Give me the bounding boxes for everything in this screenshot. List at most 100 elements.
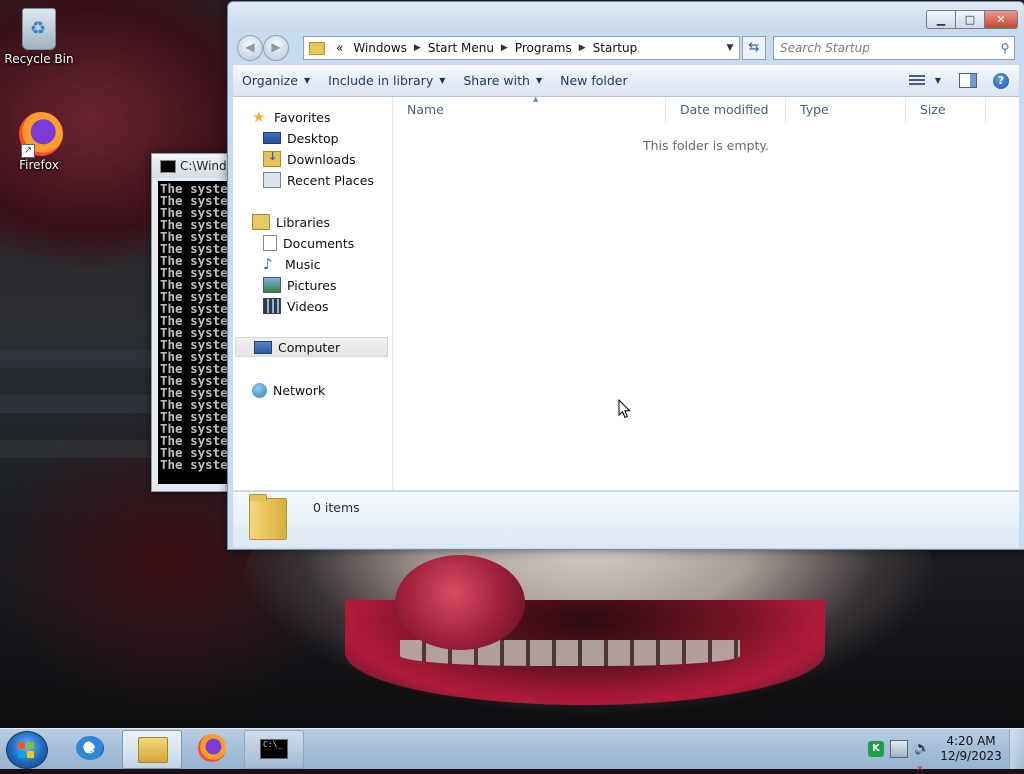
desktop-icon-firefox[interactable]: ↗ Firefox [1,112,77,172]
nav-item-label: Libraries [276,214,330,230]
breadcrumb-separator-icon[interactable]: ▶ [499,43,510,53]
nav-item-label: Downloads [287,151,356,167]
taskbar-button-command-prompt[interactable]: C:\_ [244,730,304,769]
column-header-size[interactable]: Size [906,97,986,123]
preview-pane-icon[interactable] [959,73,977,88]
help-icon[interactable]: ? [993,72,1009,89]
forward-button[interactable]: ▶ [263,35,289,61]
column-header-name[interactable]: Name [393,97,666,123]
libraries-icon [252,214,270,230]
taskbar-button-internet-explorer[interactable] [61,730,119,767]
desktop-icon-recycle-bin[interactable]: Recycle Bin [1,8,77,66]
navigation-pane[interactable]: ★ Favorites Desktop Downloads Recent Pla… [233,97,393,490]
nav-item-label: Desktop [287,130,339,146]
close-button[interactable]: ✕ [984,10,1018,29]
system-tray: K 🔈 4:20 AM 12/9/2023 [865,729,1024,769]
command-prompt-title: C:\Windo [180,159,234,173]
breadcrumb-windows[interactable]: Windows [348,41,412,55]
explorer-titlebar[interactable]: ▁ □ ✕ [228,2,1024,32]
breadcrumb-startup[interactable]: Startup [588,41,643,55]
clock-time: 4:20 AM [946,734,996,748]
maximize-button[interactable]: □ [955,10,984,29]
include-in-library-menu[interactable]: Include in library ▼ [319,73,454,88]
breadcrumb-separator-icon[interactable]: ▶ [577,43,588,53]
search-icon[interactable]: ⚲ [996,41,1014,55]
volume-muted-icon[interactable]: 🔈 [914,741,930,757]
network-icon [252,382,267,398]
search-input[interactable] [774,40,996,56]
address-bar[interactable]: « Windows ▶ Start Menu ▶ Programs ▶ Star… [303,36,740,60]
share-with-menu[interactable]: Share with ▼ [454,73,551,88]
nav-item-label: Documents [283,235,355,251]
computer-icon [254,340,272,354]
explorer-window[interactable]: ▁ □ ✕ ◀ ▶ « Windows ▶ Start Menu ▶ Progr… [227,1,1024,550]
back-button[interactable]: ◀ [237,35,263,61]
command-prompt-icon: C:\_ [260,739,288,759]
view-options-dropdown[interactable]: ▼ [931,76,945,85]
nav-item-network[interactable]: Network [252,380,325,400]
desktop-icon-label: Firefox [19,158,59,172]
nav-item-documents[interactable]: Documents [263,233,354,253]
maximize-icon: □ [964,13,976,26]
music-icon: ♪ [263,255,273,273]
column-header-date-modified[interactable]: Date modified [666,97,786,123]
details-pane: 0 items [233,491,1019,548]
breadcrumb-separator-icon[interactable]: ▶ [412,43,423,53]
navigation-bar: ◀ ▶ « Windows ▶ Start Menu ▶ Programs ▶ … [228,33,1024,63]
search-box[interactable]: ⚲ [773,36,1015,60]
change-view-icon[interactable] [908,74,925,87]
folder-icon [249,494,287,540]
organize-label: Organize [242,73,298,88]
back-arrow-icon: ◀ [245,40,255,54]
nav-item-downloads[interactable]: Downloads [263,149,356,169]
star-icon: ★ [252,108,266,126]
nav-item-pictures[interactable]: Pictures [263,275,337,295]
column-header-label: Type [800,102,829,117]
nav-item-computer[interactable]: Computer [235,337,388,357]
recent-places-icon [263,172,281,188]
nav-item-libraries[interactable]: Libraries [252,212,330,232]
nav-item-label: Music [285,256,321,272]
shortcut-arrow-icon: ↗ [21,144,35,158]
security-shield-icon[interactable]: K [868,741,884,757]
command-bar: Organize ▼ Include in library ▼ Share wi… [233,65,1019,97]
start-button[interactable] [6,731,48,769]
chevron-down-icon: ▼ [439,76,446,85]
nav-item-videos[interactable]: Videos [263,296,329,316]
refresh-icon: ⇆ [748,40,760,55]
nav-item-favorites[interactable]: ★ Favorites [252,107,330,127]
chevron-down-icon[interactable]: ▼ [721,43,739,53]
refresh-button[interactable]: ⇆ [742,36,766,60]
show-desktop-button[interactable] [1009,729,1024,769]
nav-item-label: Recent Places [287,172,374,188]
nav-item-recent-places[interactable]: Recent Places [263,170,374,190]
file-list[interactable]: ▲ Name Date modified Type Size This fold… [393,95,1019,490]
nav-item-music[interactable]: ♪ Music [263,254,321,274]
firefox-icon [198,734,226,762]
close-icon: ✕ [996,13,1006,26]
recycle-bin-icon [22,8,56,50]
minimize-icon: ▁ [936,13,946,26]
network-status-icon[interactable] [890,740,908,758]
pictures-icon [263,277,281,293]
nav-item-label: Videos [287,298,329,314]
documents-icon [263,235,277,251]
clock[interactable]: 4:20 AM 12/9/2023 [939,734,1003,764]
windows-explorer-icon [138,737,168,763]
forward-arrow-icon: ▶ [271,40,281,54]
nav-item-label: Favorites [274,109,331,125]
organize-menu[interactable]: Organize ▼ [233,73,319,88]
breadcrumb-overflow[interactable]: « [331,41,348,55]
breadcrumb-start-menu[interactable]: Start Menu [423,41,499,55]
breadcrumb-programs[interactable]: Programs [510,41,577,55]
minimize-button[interactable]: ▁ [926,10,955,29]
column-header-label: Date modified [680,102,769,117]
new-folder-button[interactable]: New folder [551,73,637,88]
desktop-icon-label: Recycle Bin [4,52,74,66]
new-folder-label: New folder [560,73,628,88]
taskbar-button-windows-explorer[interactable] [122,730,182,769]
taskbar-button-firefox[interactable] [183,730,241,767]
nav-item-desktop[interactable]: Desktop [263,128,339,148]
firefox-icon: ↗ [19,112,63,158]
column-header-type[interactable]: Type [786,97,906,123]
